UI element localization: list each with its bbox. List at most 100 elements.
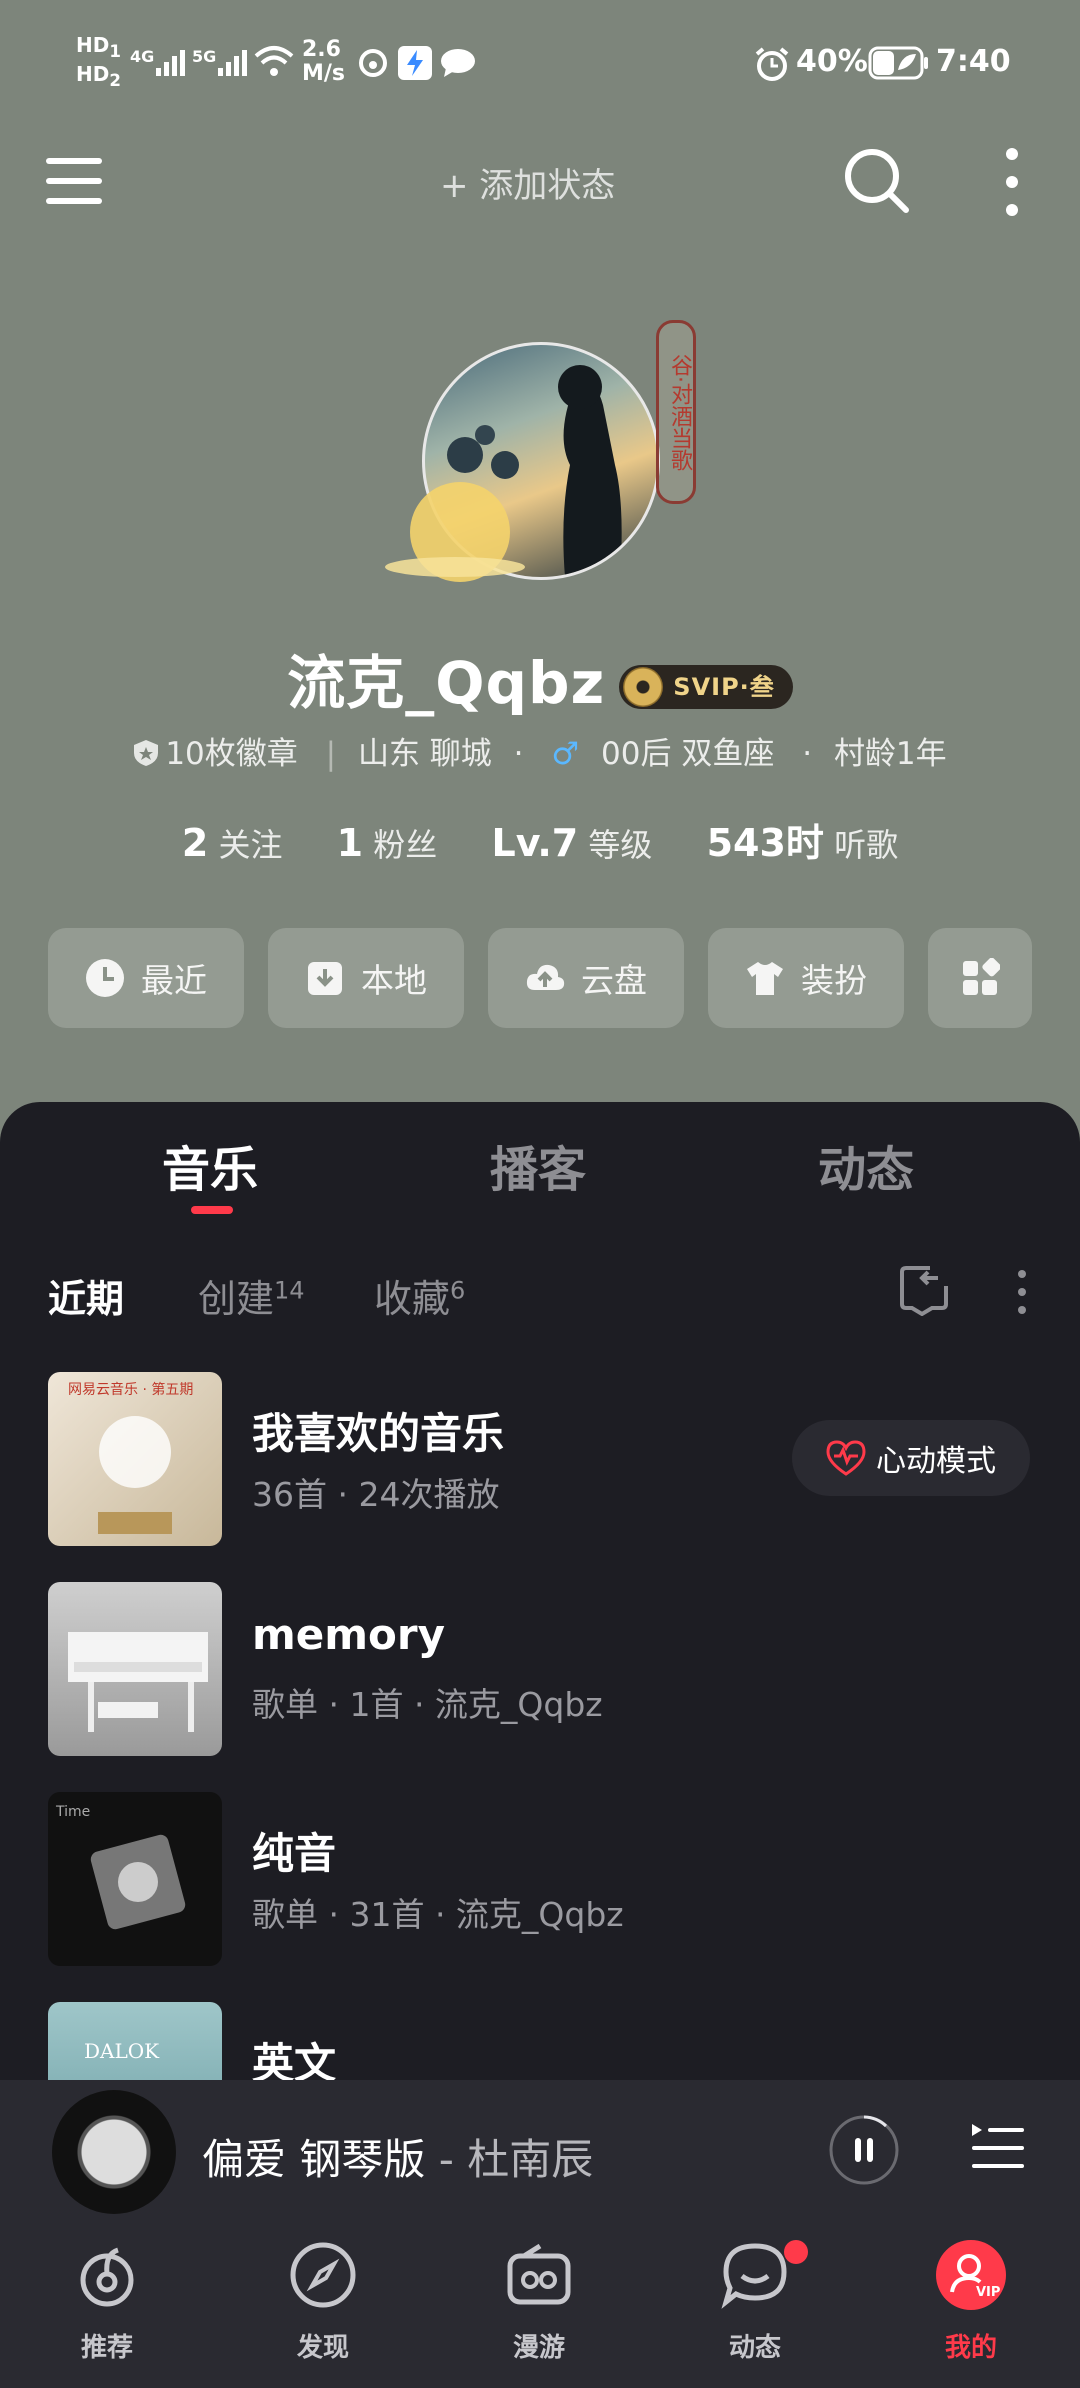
dress-up-button[interactable]: 装扮 xyxy=(708,928,904,1028)
playlist-item[interactable]: memory 歌单 · 1首 · 流克_Qqbz xyxy=(48,1582,1048,1756)
nav-mine[interactable]: VIP 我的 xyxy=(896,2240,1046,2364)
nav-roaming[interactable]: 漫游 xyxy=(464,2240,614,2364)
subtab-count: 14 xyxy=(274,1276,305,1305)
username-text: 流克_Qqbz xyxy=(287,649,606,717)
badges-count: 10枚徽章 xyxy=(165,736,298,772)
cover-art: Time xyxy=(55,1804,186,1930)
username: 流克_Qqbz SVIP·叁 xyxy=(0,636,1080,720)
cloud-drive-label: 云盘 xyxy=(581,961,647,1000)
nav-label: 推荐 xyxy=(80,2333,133,2363)
status-bar: HD1 HD2 4G 5G 2.6 M/s 40% 7:40 xyxy=(0,0,1080,130)
stat-followers[interactable]: 1 粉丝 xyxy=(337,821,438,865)
grid-icon xyxy=(963,958,1000,995)
dot-separator: · xyxy=(802,736,813,772)
playlist-cover: Time xyxy=(48,1792,222,1966)
subtab-collected[interactable]: 收藏6 xyxy=(374,1268,465,1323)
radio-icon xyxy=(507,2243,571,2305)
subtab-label: 收藏 xyxy=(374,1277,451,1321)
playlist-item[interactable]: DALOK 英文 xyxy=(48,2002,1048,2080)
stat-label: 关注 xyxy=(218,826,283,864)
playlist-subtitle: 歌单 · 1首 · 流克_Qqbz xyxy=(252,1685,603,1724)
song-artist: - 杜南辰 xyxy=(425,2135,594,2184)
svg-text:5G: 5G xyxy=(192,47,216,66)
golden-moon-decoration xyxy=(385,482,525,582)
heart-mode-label: 心动模式 xyxy=(876,1444,996,1479)
add-status-button[interactable]: + 添加状态 xyxy=(440,158,615,207)
svg-text:VIP: VIP xyxy=(976,2285,1000,2300)
menu-icon[interactable] xyxy=(46,156,104,208)
heart-mode-button[interactable]: 心动模式 xyxy=(792,1420,1030,1496)
stat-label: 等级 xyxy=(588,826,653,864)
vinyl-disc-icon xyxy=(623,666,664,707)
nav-discover[interactable]: 发现 xyxy=(248,2240,398,2364)
subtab-label: 近期 xyxy=(48,1277,125,1321)
age-sign: ♂ 00后 双鱼座 xyxy=(545,736,780,772)
alarm-icon xyxy=(755,47,789,81)
now-playing-disc[interactable] xyxy=(52,2090,176,2214)
tab-moments[interactable]: 动态 xyxy=(818,1130,914,1200)
recent-label: 最近 xyxy=(141,961,207,1000)
playlist-item[interactable]: Time 纯音 歌单 · 31首 · 流克_Qqbz xyxy=(48,1792,1048,1966)
more-vertical-icon[interactable] xyxy=(1000,146,1024,218)
message-icon xyxy=(441,49,475,77)
signal-4g-icon: 4G xyxy=(130,47,185,76)
tab-music[interactable]: 音乐 xyxy=(162,1130,258,1200)
cover-art: 网易云音乐 · 第五期 xyxy=(68,1381,193,1534)
nav-label: 我的 xyxy=(944,2333,997,2363)
more-vertical-icon[interactable] xyxy=(1012,1268,1032,1316)
nav-label: 漫游 xyxy=(512,2333,565,2363)
profile-stats: 2 关注 1 粉丝 Lv.7 等级 543时 听歌 xyxy=(0,812,1080,867)
import-playlist-icon[interactable] xyxy=(898,1264,950,1316)
netease-logo-icon xyxy=(80,2247,134,2307)
cloud-upload-icon xyxy=(526,964,565,990)
shield-badge-icon xyxy=(134,740,159,766)
bolt-app-icon xyxy=(398,46,432,80)
stat-value: 1 xyxy=(336,821,364,865)
playlist-cover xyxy=(48,1582,222,1756)
recent-button[interactable]: 最近 xyxy=(48,928,244,1028)
heart-pulse-icon xyxy=(826,1440,866,1476)
more-apps-button[interactable] xyxy=(928,928,1032,1028)
pause-button[interactable] xyxy=(828,2114,900,2186)
network-speed: 2.6 M/s xyxy=(302,37,346,86)
subtab-count: 6 xyxy=(450,1276,466,1305)
signal-5g-icon: 5G xyxy=(192,47,247,76)
dot-separator: · xyxy=(513,736,524,772)
stat-value: Lv.7 xyxy=(491,821,579,865)
local-button[interactable]: 本地 xyxy=(268,928,464,1028)
local-label: 本地 xyxy=(361,961,427,1000)
search-icon[interactable] xyxy=(842,146,912,216)
subtab-created[interactable]: 创建14 xyxy=(198,1268,305,1323)
stat-level[interactable]: Lv.7 等级 xyxy=(491,821,653,865)
battery-percent: 40% xyxy=(796,44,868,79)
top-bar: + 添加状态 xyxy=(0,130,1080,240)
nav-recommend[interactable]: 推荐 xyxy=(32,2240,182,2364)
song-title: 偏爱 钢琴版 xyxy=(202,2135,426,2184)
stat-listen-time[interactable]: 543时 听歌 xyxy=(707,821,899,865)
subtab-recent[interactable]: 近期 xyxy=(48,1268,124,1323)
nav-label: 发现 xyxy=(296,2333,349,2363)
hd-indicator: HD1 HD2 xyxy=(76,33,121,90)
svip-badge[interactable]: SVIP·叁 xyxy=(619,664,793,709)
stat-following[interactable]: 2 关注 xyxy=(182,821,283,865)
now-playing-title[interactable]: 偏爱 钢琴版 - 杜南辰 xyxy=(202,2126,593,2187)
nav-moments[interactable]: 动态 xyxy=(680,2240,830,2364)
playlist-queue-icon[interactable] xyxy=(968,2118,1028,2178)
clock-icon xyxy=(86,959,124,997)
location: 山东 聊城 xyxy=(357,736,492,772)
playlist-subtitle: 歌单 · 31首 · 流克_Qqbz xyxy=(252,1895,624,1934)
dress-up-label: 装扮 xyxy=(801,961,867,1000)
wifi-icon xyxy=(254,46,294,76)
tab-podcast[interactable]: 播客 xyxy=(490,1130,586,1200)
netease-status-icon xyxy=(359,49,387,77)
stat-value: 543时 xyxy=(706,821,824,865)
stat-label: 粉丝 xyxy=(373,826,438,864)
notification-dot xyxy=(784,2240,808,2264)
stat-label: 听歌 xyxy=(834,826,899,864)
chat-bubble-icon xyxy=(721,2243,787,2309)
svip-label: SVIP·叁 xyxy=(673,672,775,701)
badges-link[interactable]: 10枚徽章 xyxy=(133,736,303,772)
playlist-title: 我喜欢的音乐 xyxy=(252,1409,505,1458)
compass-icon xyxy=(290,2242,356,2308)
cloud-drive-button[interactable]: 云盘 xyxy=(488,928,684,1028)
